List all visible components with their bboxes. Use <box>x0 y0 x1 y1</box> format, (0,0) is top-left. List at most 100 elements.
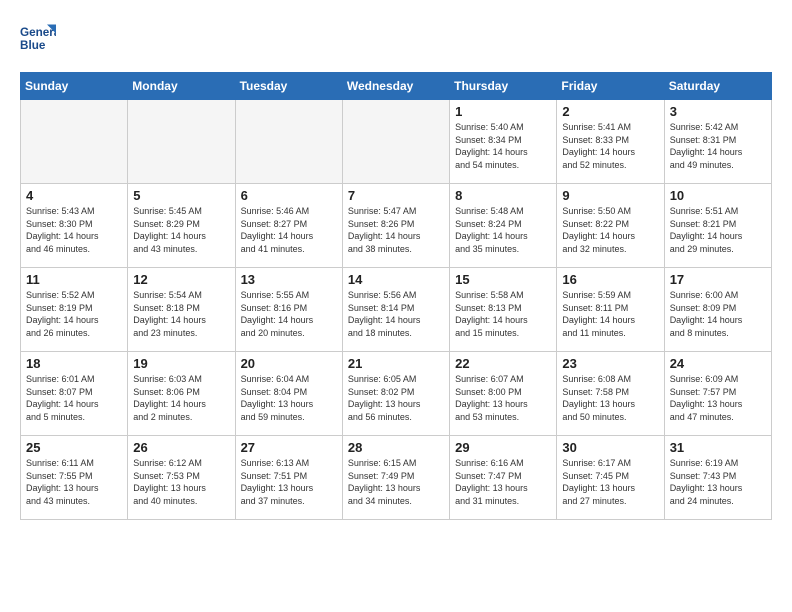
calendar-cell: 23 Sunrise: 6:08 AM Sunset: 7:58 PM Dayli… <box>557 352 664 436</box>
day-detail: Sunrise: 6:12 AM Sunset: 7:53 PM Dayligh… <box>133 457 229 507</box>
day-detail: Sunrise: 6:11 AM Sunset: 7:55 PM Dayligh… <box>26 457 122 507</box>
day-number: 31 <box>670 440 766 455</box>
day-detail: Sunrise: 5:45 AM Sunset: 8:29 PM Dayligh… <box>133 205 229 255</box>
day-number: 29 <box>455 440 551 455</box>
calendar-cell: 5 Sunrise: 5:45 AM Sunset: 8:29 PM Daylig… <box>128 184 235 268</box>
calendar-cell: 19Sunrise: 6:03 AM Sunset: 8:06 PM Dayli… <box>128 352 235 436</box>
day-number: 20 <box>241 356 337 371</box>
day-detail: Sunrise: 6:03 AM Sunset: 8:06 PM Dayligh… <box>133 373 229 423</box>
day-number: 30 <box>562 440 658 455</box>
calendar-cell: 25 Sunrise: 6:11 AM Sunset: 7:55 PM Dayli… <box>21 436 128 520</box>
calendar-cell: 7 Sunrise: 5:47 AM Sunset: 8:26 PM Daylig… <box>342 184 449 268</box>
logo: General Blue <box>20 20 56 56</box>
day-number: 28 <box>348 440 444 455</box>
calendar-cell: 9 Sunrise: 5:50 AM Sunset: 8:22 PM Daylig… <box>557 184 664 268</box>
day-detail: Sunrise: 5:54 AM Sunset: 8:18 PM Dayligh… <box>133 289 229 339</box>
day-number: 15 <box>455 272 551 287</box>
day-detail: Sunrise: 5:42 AM Sunset: 8:31 PM Dayligh… <box>670 121 766 171</box>
calendar-table: SundayMondayTuesdayWednesdayThursdayFrid… <box>20 72 772 520</box>
week-row-2: 4Sunrise: 5:43 AM Sunset: 8:30 PM Daylig… <box>21 184 772 268</box>
day-number: 16 <box>562 272 658 287</box>
day-number: 5 <box>133 188 229 203</box>
day-number: 26 <box>133 440 229 455</box>
day-detail: Sunrise: 5:40 AM Sunset: 8:34 PM Dayligh… <box>455 121 551 171</box>
svg-text:Blue: Blue <box>20 39 46 52</box>
calendar-cell: 28 Sunrise: 6:15 AM Sunset: 7:49 PM Dayli… <box>342 436 449 520</box>
calendar-cell: 4Sunrise: 5:43 AM Sunset: 8:30 PM Daylig… <box>21 184 128 268</box>
calendar-cell: 3Sunrise: 5:42 AM Sunset: 8:31 PM Daylig… <box>664 100 771 184</box>
day-detail: Sunrise: 6:19 AM Sunset: 7:43 PM Dayligh… <box>670 457 766 507</box>
day-detail: Sunrise: 5:51 AM Sunset: 8:21 PM Dayligh… <box>670 205 766 255</box>
calendar-cell: 11 Sunrise: 5:52 AM Sunset: 8:19 PM Dayli… <box>21 268 128 352</box>
day-detail: Sunrise: 6:08 AM Sunset: 7:58 PM Dayligh… <box>562 373 658 423</box>
calendar-cell: 6 Sunrise: 5:46 AM Sunset: 8:27 PM Daylig… <box>235 184 342 268</box>
calendar-cell: 2Sunrise: 5:41 AM Sunset: 8:33 PM Daylig… <box>557 100 664 184</box>
day-number: 18 <box>26 356 122 371</box>
day-number: 4 <box>26 188 122 203</box>
day-header-saturday: Saturday <box>664 73 771 100</box>
day-header-tuesday: Tuesday <box>235 73 342 100</box>
day-detail: Sunrise: 5:48 AM Sunset: 8:24 PM Dayligh… <box>455 205 551 255</box>
calendar-cell <box>21 100 128 184</box>
day-number: 23 <box>562 356 658 371</box>
day-detail: Sunrise: 6:07 AM Sunset: 8:00 PM Dayligh… <box>455 373 551 423</box>
day-number: 11 <box>26 272 122 287</box>
page-header: General Blue <box>20 20 772 56</box>
svg-text:General: General <box>20 26 56 39</box>
calendar-cell: 29 Sunrise: 6:16 AM Sunset: 7:47 PM Dayli… <box>450 436 557 520</box>
calendar-cell: 14Sunrise: 5:56 AM Sunset: 8:14 PM Dayli… <box>342 268 449 352</box>
day-number: 9 <box>562 188 658 203</box>
day-number: 22 <box>455 356 551 371</box>
day-number: 7 <box>348 188 444 203</box>
day-number: 13 <box>241 272 337 287</box>
day-detail: Sunrise: 5:52 AM Sunset: 8:19 PM Dayligh… <box>26 289 122 339</box>
day-detail: Sunrise: 6:01 AM Sunset: 8:07 PM Dayligh… <box>26 373 122 423</box>
day-detail: Sunrise: 5:46 AM Sunset: 8:27 PM Dayligh… <box>241 205 337 255</box>
day-detail: Sunrise: 5:58 AM Sunset: 8:13 PM Dayligh… <box>455 289 551 339</box>
day-header-sunday: Sunday <box>21 73 128 100</box>
week-row-5: 25 Sunrise: 6:11 AM Sunset: 7:55 PM Dayli… <box>21 436 772 520</box>
day-number: 6 <box>241 188 337 203</box>
day-detail: Sunrise: 6:15 AM Sunset: 7:49 PM Dayligh… <box>348 457 444 507</box>
calendar-cell: 30 Sunrise: 6:17 AM Sunset: 7:45 PM Dayli… <box>557 436 664 520</box>
day-detail: Sunrise: 6:00 AM Sunset: 8:09 PM Dayligh… <box>670 289 766 339</box>
calendar-cell <box>235 100 342 184</box>
day-number: 24 <box>670 356 766 371</box>
calendar-cell: 18 Sunrise: 6:01 AM Sunset: 8:07 PM Dayli… <box>21 352 128 436</box>
calendar-cell: 13 Sunrise: 5:55 AM Sunset: 8:16 PM Dayli… <box>235 268 342 352</box>
calendar-cell: 12 Sunrise: 5:54 AM Sunset: 8:18 PM Dayli… <box>128 268 235 352</box>
day-number: 2 <box>562 104 658 119</box>
day-detail: Sunrise: 5:55 AM Sunset: 8:16 PM Dayligh… <box>241 289 337 339</box>
day-detail: Sunrise: 5:59 AM Sunset: 8:11 PM Dayligh… <box>562 289 658 339</box>
logo-icon: General Blue <box>20 20 56 56</box>
day-number: 10 <box>670 188 766 203</box>
calendar-cell: 31 Sunrise: 6:19 AM Sunset: 7:43 PM Dayli… <box>664 436 771 520</box>
calendar-cell <box>128 100 235 184</box>
calendar-cell: 16 Sunrise: 5:59 AM Sunset: 8:11 PM Dayli… <box>557 268 664 352</box>
day-detail: Sunrise: 6:13 AM Sunset: 7:51 PM Dayligh… <box>241 457 337 507</box>
day-detail: Sunrise: 5:47 AM Sunset: 8:26 PM Dayligh… <box>348 205 444 255</box>
day-number: 25 <box>26 440 122 455</box>
day-header-wednesday: Wednesday <box>342 73 449 100</box>
day-header-thursday: Thursday <box>450 73 557 100</box>
week-row-1: 1Sunrise: 5:40 AM Sunset: 8:34 PM Daylig… <box>21 100 772 184</box>
calendar-cell: 10 Sunrise: 5:51 AM Sunset: 8:21 PM Dayli… <box>664 184 771 268</box>
calendar-cell <box>342 100 449 184</box>
day-number: 17 <box>670 272 766 287</box>
day-detail: Sunrise: 6:16 AM Sunset: 7:47 PM Dayligh… <box>455 457 551 507</box>
day-number: 27 <box>241 440 337 455</box>
day-number: 8 <box>455 188 551 203</box>
day-number: 21 <box>348 356 444 371</box>
calendar-cell: 15 Sunrise: 5:58 AM Sunset: 8:13 PM Dayli… <box>450 268 557 352</box>
calendar-cell: 20 Sunrise: 6:04 AM Sunset: 8:04 PM Dayli… <box>235 352 342 436</box>
day-number: 12 <box>133 272 229 287</box>
day-detail: Sunrise: 6:09 AM Sunset: 7:57 PM Dayligh… <box>670 373 766 423</box>
day-detail: Sunrise: 5:50 AM Sunset: 8:22 PM Dayligh… <box>562 205 658 255</box>
calendar-cell: 27 Sunrise: 6:13 AM Sunset: 7:51 PM Dayli… <box>235 436 342 520</box>
day-detail: Sunrise: 6:17 AM Sunset: 7:45 PM Dayligh… <box>562 457 658 507</box>
calendar-header-row: SundayMondayTuesdayWednesdayThursdayFrid… <box>21 73 772 100</box>
week-row-3: 11 Sunrise: 5:52 AM Sunset: 8:19 PM Dayli… <box>21 268 772 352</box>
day-detail: Sunrise: 6:04 AM Sunset: 8:04 PM Dayligh… <box>241 373 337 423</box>
calendar-cell: 1Sunrise: 5:40 AM Sunset: 8:34 PM Daylig… <box>450 100 557 184</box>
calendar-cell: 24 Sunrise: 6:09 AM Sunset: 7:57 PM Dayli… <box>664 352 771 436</box>
